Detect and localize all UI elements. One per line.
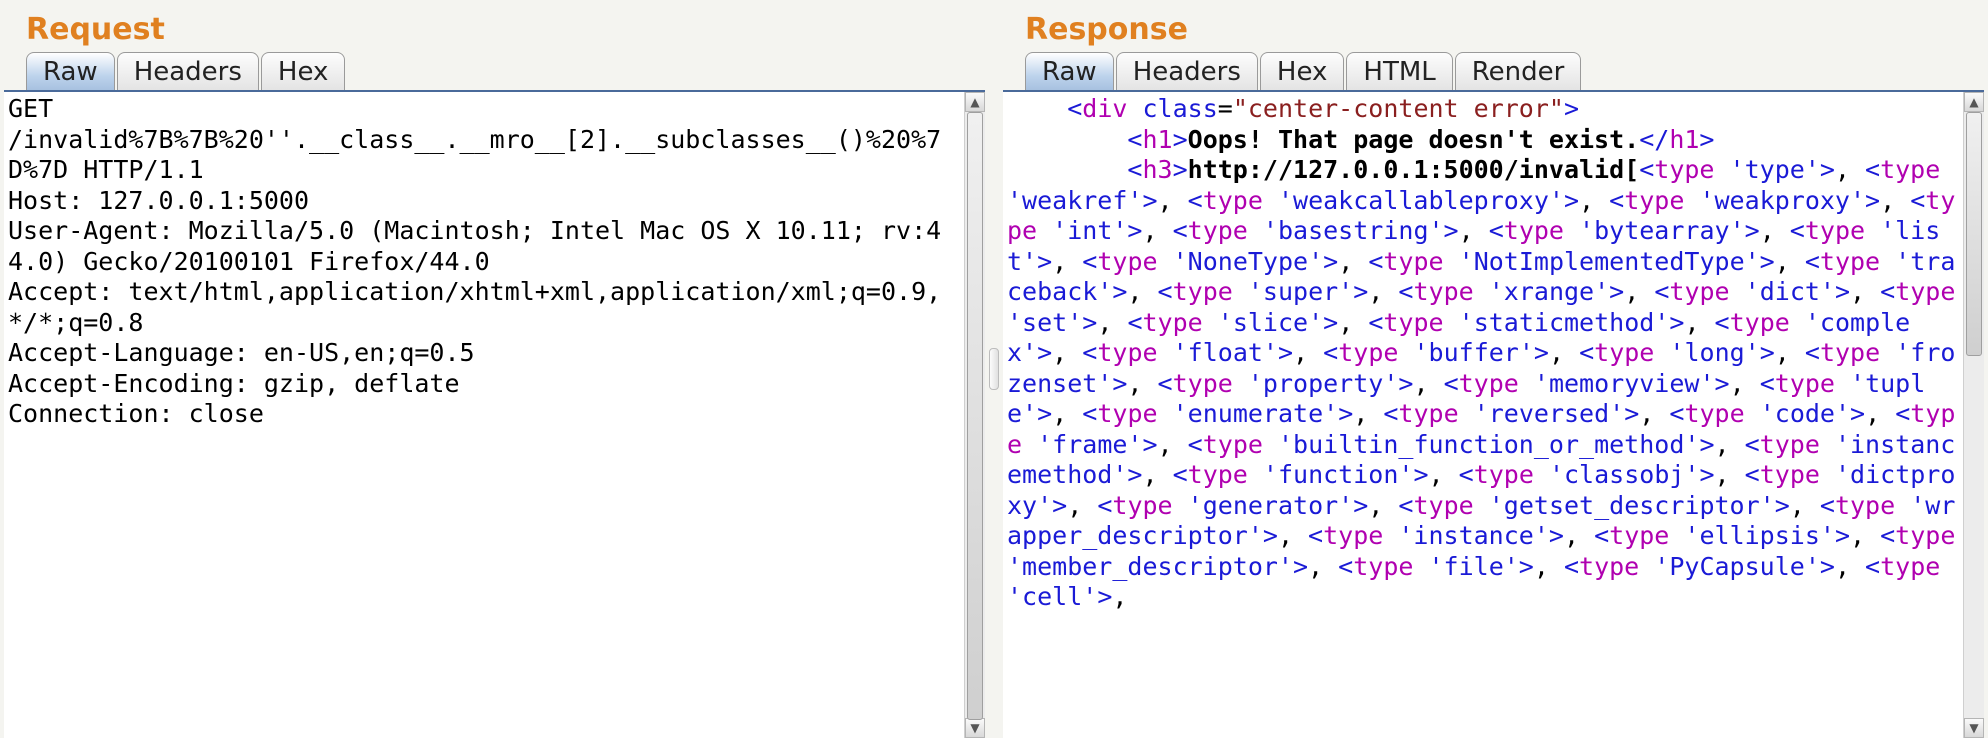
scroll-thumb[interactable] <box>1966 112 1982 356</box>
request-tab-row: RawHeadersHex <box>4 51 985 90</box>
response-tab-render[interactable]: Render <box>1455 52 1582 91</box>
response-tab-raw[interactable]: Raw <box>1025 52 1114 91</box>
response-tab-hex[interactable]: Hex <box>1260 52 1344 91</box>
request-tab-headers[interactable]: Headers <box>117 52 259 91</box>
response-tab-html[interactable]: HTML <box>1346 52 1452 91</box>
scroll-up-icon[interactable]: ▲ <box>965 92 985 112</box>
scroll-track[interactable] <box>965 112 985 718</box>
response-scrollbar[interactable]: ▲ ▼ <box>1963 92 1984 738</box>
request-tab-hex[interactable]: Hex <box>261 52 345 91</box>
response-editor-wrap: <div class="center-content error"> <h1>O… <box>1003 90 1984 738</box>
response-tab-row: RawHeadersHexHTMLRender <box>1003 51 1984 90</box>
app-root: Request RawHeadersHex GET /invalid%7B%7B… <box>0 0 1988 738</box>
request-editor-wrap: GET /invalid%7B%7B%20''.__class__.__mro_… <box>4 90 985 738</box>
scroll-up-icon[interactable]: ▲ <box>1964 92 1984 112</box>
request-panel: Request RawHeadersHex GET /invalid%7B%7B… <box>0 0 989 738</box>
response-panel: Response RawHeadersHexHTMLRender <div cl… <box>999 0 1988 738</box>
request-tab-raw[interactable]: Raw <box>26 52 115 91</box>
scroll-down-icon[interactable]: ▼ <box>1964 718 1984 738</box>
divider-handle-icon[interactable] <box>989 348 999 390</box>
scroll-thumb[interactable] <box>967 112 983 720</box>
response-title: Response <box>1003 4 1984 51</box>
scroll-track[interactable] <box>1964 112 1984 718</box>
request-raw-editor[interactable]: GET /invalid%7B%7B%20''.__class__.__mro_… <box>4 92 965 738</box>
response-tab-headers[interactable]: Headers <box>1116 52 1258 91</box>
response-raw-editor[interactable]: <div class="center-content error"> <h1>O… <box>1003 92 1964 738</box>
panel-divider[interactable] <box>989 0 999 738</box>
request-title: Request <box>4 4 985 51</box>
scroll-down-icon[interactable]: ▼ <box>965 718 985 738</box>
request-scrollbar[interactable]: ▲ ▼ <box>964 92 985 738</box>
